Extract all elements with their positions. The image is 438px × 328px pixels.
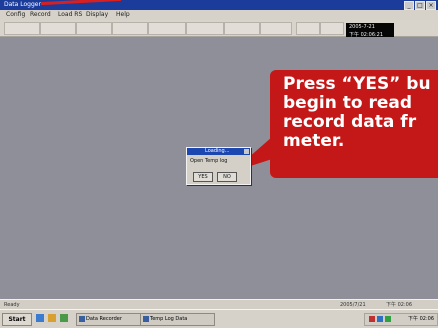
taskbar-item-data-recorder[interactable]: Data Recorder (76, 313, 143, 326)
confirm-dialog: Loading... Open Temp log YES NO (186, 147, 251, 185)
taskbar-item-temp-log[interactable]: Temp Log Data (140, 313, 215, 326)
app-icon (143, 316, 149, 322)
folder-icon[interactable] (48, 314, 56, 322)
tray-icon[interactable] (385, 316, 391, 322)
status-time: 下午 02:06 (386, 302, 412, 308)
dialog-message: Open Temp log (190, 158, 228, 164)
taskbar: Start Data Recorder Temp Log Data 下午 02:… (0, 309, 438, 328)
tray-icon[interactable] (377, 316, 383, 322)
tray-clock: 下午 02:06 (408, 316, 434, 322)
desktop-icon[interactable] (60, 314, 68, 322)
status-date: 2005/7/21 (340, 302, 366, 308)
yes-button[interactable]: YES (193, 172, 213, 182)
app-icon (79, 316, 85, 322)
dialog-title: Loading... (205, 148, 230, 154)
start-button[interactable]: Start (2, 313, 32, 326)
no-button[interactable]: NO (217, 172, 237, 182)
callout-text: Press “YES” bu begin to read record data… (283, 74, 431, 151)
dialog-title-bar: Loading... (187, 148, 250, 155)
system-tray: 下午 02:06 (364, 313, 438, 326)
dialog-close-icon[interactable] (244, 149, 249, 154)
tray-icon[interactable] (369, 316, 375, 322)
status-text: Ready (4, 302, 20, 308)
ie-icon[interactable] (36, 314, 44, 322)
